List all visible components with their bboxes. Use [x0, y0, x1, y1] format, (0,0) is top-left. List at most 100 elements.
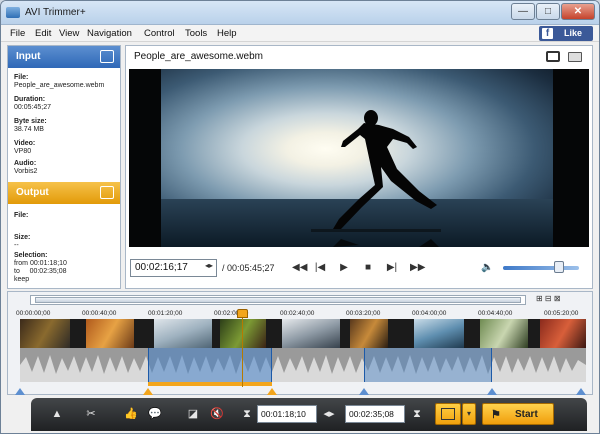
- output-size-label: Size:: [14, 234, 31, 241]
- menu-navigation[interactable]: Navigation: [87, 28, 132, 39]
- clear-selection-button[interactable]: [435, 403, 461, 425]
- thumbnail-frame: [220, 319, 266, 348]
- set-selection-start-icon[interactable]: ◂▸: [321, 406, 337, 422]
- video-frame-image: [161, 69, 553, 247]
- close-button[interactable]: ✕: [561, 3, 595, 20]
- output-size-value: --: [14, 242, 19, 249]
- rewind-icon[interactable]: ◀◀: [292, 262, 307, 273]
- marker-icon[interactable]: [576, 388, 586, 395]
- to-label: to: [14, 268, 20, 275]
- menu-help[interactable]: Help: [217, 28, 237, 39]
- timeline-tick: 00:01:20;00: [148, 310, 183, 317]
- options-dropdown-button[interactable]: ▾: [462, 403, 476, 425]
- selection-start-field[interactable]: 00:01:18;10: [257, 405, 317, 423]
- selection-range[interactable]: [148, 348, 272, 382]
- maximize-button[interactable]: □: [536, 3, 560, 20]
- start-button[interactable]: ⚑ Start: [482, 403, 554, 425]
- timeline-tick: 00:05:20;00: [544, 310, 579, 317]
- comment-icon[interactable]: 💬: [147, 406, 163, 422]
- stop-icon[interactable]: ■: [362, 262, 374, 273]
- volume-slider-handle[interactable]: [554, 261, 564, 273]
- input-panel-title: Input: [16, 51, 41, 62]
- timeline-tick: 00:00:00;00: [16, 310, 51, 317]
- input-audio-info: Audio: Vorbis2: [14, 160, 37, 176]
- timeline-tick: 00:04:40;00: [478, 310, 513, 317]
- volume-icon[interactable]: 🔈: [481, 262, 493, 273]
- minimize-button[interactable]: —: [511, 3, 535, 20]
- selection-label: Selection:: [14, 252, 48, 259]
- facebook-like-button[interactable]: f Like: [539, 26, 593, 41]
- menu-edit[interactable]: Edit: [35, 28, 51, 39]
- selection-range[interactable]: [364, 348, 492, 382]
- timeline-scrollbar[interactable]: [30, 295, 526, 305]
- add-marker-icon[interactable]: ▲: [49, 406, 65, 422]
- timeline-scroll-thumb[interactable]: [35, 297, 521, 303]
- go-to-selection-start-icon[interactable]: ⧗: [239, 406, 255, 422]
- selection-mode: keep: [14, 276, 30, 283]
- input-file-info: File: People_are_awesome.webm: [14, 74, 104, 90]
- marker-icon[interactable]: [359, 388, 369, 395]
- app-window: AVI Trimmer+ — □ ✕ File Edit View Naviga…: [0, 0, 600, 434]
- input-video-label: Video:: [14, 140, 36, 147]
- thumbnail-strip[interactable]: [20, 319, 586, 348]
- from-value: 00:01:18;10: [29, 260, 67, 267]
- crop-icon[interactable]: ◪: [185, 406, 201, 422]
- input-duration-label: Duration:: [14, 96, 46, 103]
- selection-start-marker[interactable]: [143, 388, 153, 395]
- mute-icon[interactable]: 🔇: [209, 406, 225, 422]
- input-duration-info: Duration: 00:05:45;27: [14, 96, 51, 112]
- thumbnail-frame: [480, 319, 528, 348]
- menu-control[interactable]: Control: [144, 28, 175, 39]
- thumbnail-frame: [350, 319, 388, 348]
- output-panel-title: Output: [16, 187, 49, 198]
- marker-icon[interactable]: [487, 388, 497, 395]
- from-label: from: [14, 260, 28, 267]
- output-file-label: File:: [14, 212, 29, 219]
- runner-silhouette: [311, 110, 441, 247]
- input-file-label: File:: [14, 74, 29, 81]
- current-time-field[interactable]: 00:02:16;17 ◂▸: [130, 259, 217, 277]
- input-size-value: 38.74 MB: [14, 126, 44, 133]
- total-duration: / 00:05:45;27: [222, 263, 275, 273]
- timeline-tick: 00:04:00;00: [412, 310, 447, 317]
- playhead-handle[interactable]: [237, 309, 248, 318]
- next-frame-icon[interactable]: ▶|: [386, 262, 398, 273]
- input-panel-header: Input: [8, 46, 120, 68]
- selection-start-value: 00:01:18;10: [261, 409, 306, 419]
- menu-tools[interactable]: Tools: [185, 28, 207, 39]
- selection-end-marker[interactable]: [267, 388, 277, 395]
- open-folder-icon[interactable]: [100, 50, 114, 63]
- thumbnail-frame: [20, 319, 70, 348]
- previous-frame-icon[interactable]: |◀: [314, 262, 326, 273]
- remove-marker-icon[interactable]: ✂: [83, 406, 99, 422]
- snapshot-folder-icon[interactable]: [568, 52, 582, 62]
- like-label: Like: [564, 28, 583, 38]
- timeline-panel: ⊞ ⊟ ⊠ 00:00:00;00 00:00:40;00 00:01:20;0…: [7, 291, 593, 395]
- selection-end-value: 00:02:35;08: [349, 409, 394, 419]
- video-preview[interactable]: [129, 69, 589, 247]
- marker-icon[interactable]: [15, 388, 25, 395]
- menu-view[interactable]: View: [59, 28, 79, 39]
- menu-bar: File Edit View Navigation Control Tools …: [1, 25, 599, 42]
- input-video-info: Video: VP80: [14, 140, 35, 156]
- volume-slider[interactable]: [503, 266, 579, 270]
- time-spin-icon[interactable]: ◂▸: [205, 261, 213, 270]
- input-audio-value: Vorbis2: [14, 168, 38, 175]
- output-selection-info: Selection: from 00:01:18;10 to 00:02:35;…: [14, 252, 67, 284]
- snapshot-camera-icon[interactable]: [546, 51, 560, 62]
- menu-file[interactable]: File: [10, 28, 25, 39]
- go-to-selection-end-icon[interactable]: ⧗: [409, 406, 425, 422]
- fast-forward-icon[interactable]: ▶▶: [410, 262, 425, 273]
- timeline-tick: 00:03:20;00: [346, 310, 381, 317]
- thumbnail-frame: [414, 319, 464, 348]
- timeline-zoom-icons[interactable]: ⊞ ⊟ ⊠: [536, 294, 561, 303]
- flag-icon: ⚑: [491, 409, 501, 421]
- thumb-icon[interactable]: 👍: [123, 406, 139, 422]
- selection-end-field[interactable]: 00:02:35;08: [345, 405, 405, 423]
- video-panel: People_are_awesome.webm 00:02:16;17 ◂▸ /…: [125, 45, 593, 289]
- play-icon[interactable]: ▶: [338, 262, 350, 273]
- save-icon[interactable]: [100, 186, 114, 199]
- audio-waveform[interactable]: [20, 348, 586, 382]
- timeline-tick: 00:00:40;00: [82, 310, 117, 317]
- app-logo-icon: [6, 7, 20, 18]
